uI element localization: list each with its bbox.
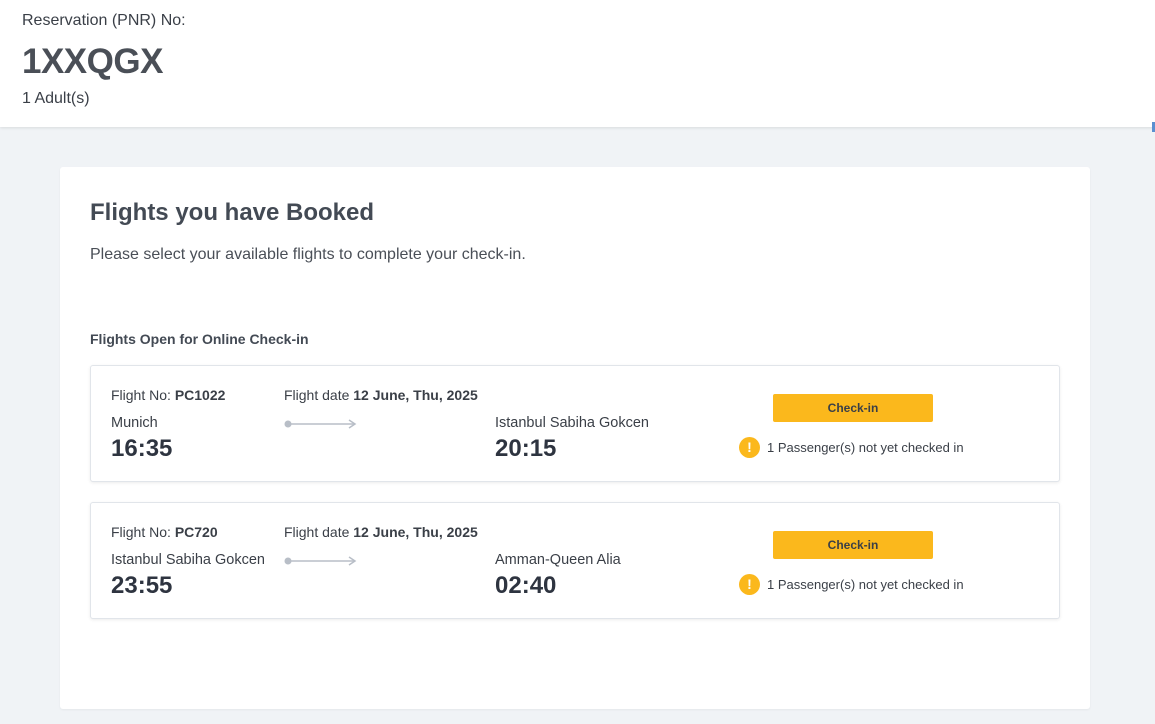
departure-time: 16:35: [111, 435, 173, 462]
pnr-code: 1XXQGX: [22, 42, 163, 81]
panel-title: Flights you have Booked: [90, 199, 375, 226]
arrival-time: 20:15: [495, 435, 557, 462]
flight-number-value: PC720: [174, 524, 218, 540]
origin-city: Istanbul Sabiha Gokcen: [111, 552, 265, 568]
section-title: Flights Open for Online Check-in: [90, 331, 309, 347]
route-arrow-icon: [284, 556, 357, 566]
flight-card: Flight No: PC1022 Flight date 12 June, T…: [90, 365, 1060, 482]
route-arrow-icon: [284, 419, 357, 429]
check-in-button[interactable]: Check-in: [773, 394, 933, 422]
warning-icon: !: [739, 574, 760, 595]
booked-flights-panel: Flights you have Booked Please select yo…: [60, 167, 1090, 709]
flight-date-label: Flight date: [284, 387, 354, 403]
flight-number: Flight No: PC1022: [111, 387, 225, 403]
flight-number-label: Flight No:: [111, 387, 175, 403]
flight-date: Flight date 12 June, Thu, 2025: [284, 524, 478, 540]
arrival-time: 02:40: [495, 572, 557, 599]
origin-city: Munich: [111, 415, 158, 431]
departure-time: 23:55: [111, 572, 173, 599]
flight-date-value: 12 June, Thu, 2025: [353, 387, 478, 403]
flight-number-label: Flight No:: [111, 524, 175, 540]
checkin-status: 1 Passenger(s) not yet checked in: [767, 577, 964, 592]
destination-city: Istanbul Sabiha Gokcen: [495, 415, 649, 431]
flight-date-value: 12 June, Thu, 2025: [353, 524, 478, 540]
passenger-count: 1 Adult(s): [22, 90, 90, 107]
panel-subtitle: Please select your available flights to …: [90, 246, 526, 263]
flight-date-label: Flight date: [284, 524, 354, 540]
checkin-status: 1 Passenger(s) not yet checked in: [767, 440, 964, 455]
flight-card: Flight No: PC720 Flight date 12 June, Th…: [90, 502, 1060, 619]
reservation-header: Reservation (PNR) No: 1XXQGX 1 Adult(s): [0, 0, 1155, 127]
destination-city: Amman-Queen Alia: [495, 552, 621, 568]
flight-date: Flight date 12 June, Thu, 2025: [284, 387, 478, 403]
flight-number-value: PC1022: [174, 387, 226, 403]
check-in-button[interactable]: Check-in: [773, 531, 933, 559]
pnr-label: Reservation (PNR) No:: [22, 12, 186, 29]
warning-icon: !: [739, 437, 760, 458]
flight-number: Flight No: PC720: [111, 524, 218, 540]
